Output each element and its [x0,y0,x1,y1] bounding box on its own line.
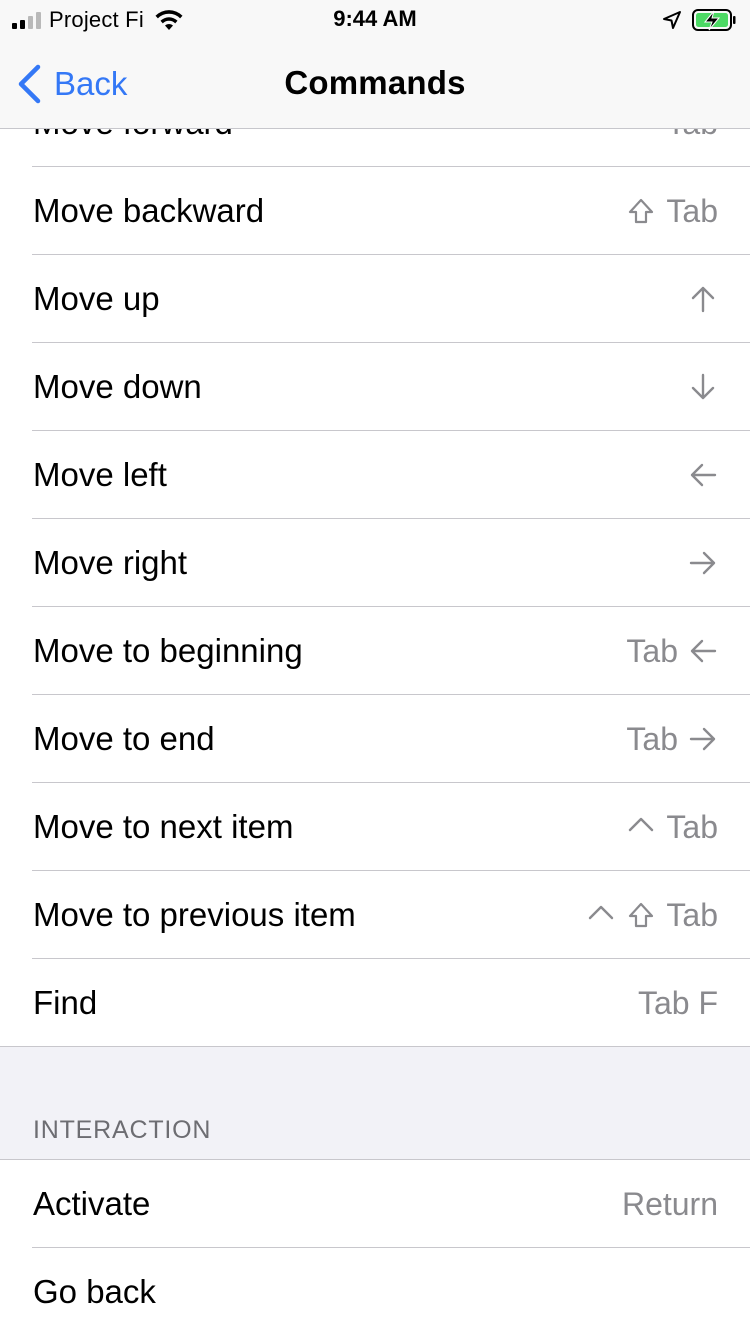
commands-screen: Move forwardTabMove backwardTabMove upMo… [0,0,750,1334]
shift-icon [626,900,656,930]
arrow-right-icon [688,548,718,578]
keyboard-shortcut: Tab [626,695,718,783]
keyboard-shortcut: Tab [626,607,718,695]
command-label: Move to end [33,720,215,757]
command-row-move-left[interactable]: Move left [0,431,750,519]
command-row-move-to-end[interactable]: Move to end Tab [0,695,750,783]
command-row-move-to-previous-item[interactable]: Move to previous item Tab [0,871,750,959]
command-label: Move down [33,368,202,405]
keyboard-shortcut [688,519,718,607]
shortcut-key-text: Tab [626,720,678,757]
arrow-down-icon [688,372,718,402]
keyboard-shortcut [688,431,718,519]
status-right [662,6,736,34]
navigation-commands-group: Move forwardTabMove backwardTabMove upMo… [0,79,750,1047]
command-row-move-right[interactable]: Move right [0,519,750,607]
interaction-section-gap: INTERACTION [0,1047,750,1159]
shortcut-key-text: Tab F [637,984,718,1021]
shortcut-key-text: Tab [626,632,678,669]
section-header-interaction: INTERACTION [33,1116,212,1144]
status-time: 9:44 AM [333,6,417,31]
keyboard-shortcut: Tab [586,871,718,959]
command-row-move-to-beginning[interactable]: Move to beginning Tab [0,607,750,695]
shift-icon [626,196,656,226]
commands-list: Move forwardTabMove backwardTabMove upMo… [0,79,750,1334]
command-label: Find [33,984,98,1021]
control-icon [586,900,616,930]
shortcut-key-text: Return [621,1185,718,1222]
command-label: Move to previous item [33,896,356,933]
location-arrow-icon [663,11,681,29]
shortcut-key-text: Tab [666,896,718,933]
command-row-go-back[interactable]: Go back [0,1248,750,1334]
arrow-up-icon [688,284,718,314]
shortcut-key-text: Tab [666,808,718,845]
command-label: Move backward [33,192,265,229]
command-row-move-down[interactable]: Move down [0,343,750,431]
keyboard-shortcut: Return [622,1160,718,1248]
keyboard-shortcut: Tab [626,783,718,871]
command-row-activate[interactable]: Activate Return [0,1160,750,1248]
arrow-right-icon [688,724,718,754]
command-label: Move right [33,544,188,581]
shortcut-key-text: Tab [666,192,718,229]
control-icon [626,812,656,842]
page-title: Commands [284,64,466,101]
command-label: Go back [33,1273,156,1310]
keyboard-shortcut [688,343,718,431]
command-label: Move left [33,456,167,493]
command-row-move-backward[interactable]: Move backward Tab [0,167,750,255]
command-label: Move up [33,280,160,317]
command-row-move-up[interactable]: Move up [0,255,750,343]
navigation-bar: Back Commands [0,40,750,129]
arrow-left-icon [688,636,718,666]
keyboard-shortcut: Tab [626,167,718,255]
arrow-left-icon [688,460,718,490]
battery-charging-icon [692,9,736,31]
command-label: Activate [33,1185,151,1222]
status-bar: Project Fi 9:44 AM [0,0,750,40]
command-row-move-to-next-item[interactable]: Move to next item Tab [0,783,750,871]
command-row-find[interactable]: Find Tab F [0,959,750,1047]
keyboard-shortcut: Tab F [638,959,718,1047]
keyboard-shortcut [688,255,718,343]
interaction-commands-group: Activate Return Go back [0,1160,750,1334]
command-label: Move to beginning [33,632,303,669]
command-label: Move to next item [33,808,294,845]
